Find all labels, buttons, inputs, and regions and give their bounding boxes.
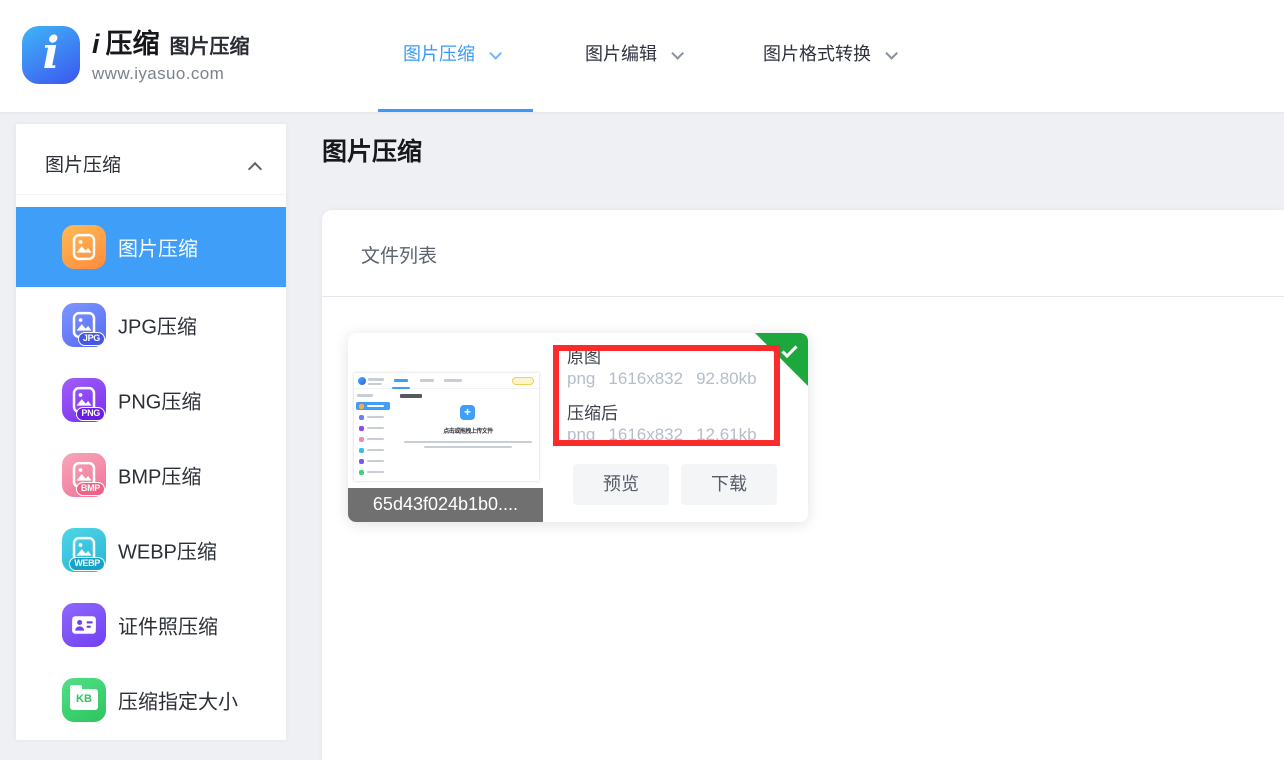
- page-title: 图片压缩: [322, 132, 422, 168]
- sidebar-item-label: 图片压缩: [118, 233, 198, 262]
- sidebar-item-label: 压缩指定大小: [118, 685, 238, 714]
- content-area: 图片压缩 图片压缩 JPG JPG压缩 PNG PNG压缩: [0, 112, 1284, 740]
- bmp-compress-icon: BMP: [62, 453, 106, 497]
- kb-folder-icon: KB: [62, 678, 106, 722]
- brand-text[interactable]: i压缩图片压缩 www.iyasuo.com: [92, 22, 250, 84]
- brand-url: www.iyasuo.com: [92, 64, 250, 84]
- preview-button[interactable]: 预览: [573, 464, 669, 505]
- brand-prefix: i: [92, 29, 100, 59]
- sidebar-item-label: JPG压缩: [118, 310, 197, 339]
- sidebar: 图片压缩 图片压缩 JPG JPG压缩 PNG PNG压缩: [16, 124, 286, 740]
- nav-item-image-edit[interactable]: 图片编辑: [585, 40, 680, 66]
- divider: [322, 296, 1284, 297]
- sidebar-group-title: 图片压缩: [45, 150, 121, 177]
- format-badge: BMP: [76, 482, 105, 496]
- mini-cta-pill: [512, 377, 534, 385]
- sidebar-item-image-compress[interactable]: 图片压缩: [16, 207, 286, 287]
- nav-item-label: 图片格式转换: [763, 44, 871, 64]
- chevron-down-icon: [671, 47, 684, 60]
- highlight-annotation-box: [553, 345, 780, 446]
- mini-sidebar: [354, 390, 394, 481]
- brand-name: 压缩: [106, 29, 160, 59]
- sidebar-group-header[interactable]: 图片压缩: [16, 124, 286, 195]
- brand-title: i压缩图片压缩: [92, 22, 250, 61]
- sidebar-item-bmp-compress[interactable]: BMP BMP压缩: [16, 437, 286, 512]
- sidebar-item-label: 证件照压缩: [118, 610, 218, 639]
- file-card: + 点击或拖拽上传文件 65d43f024b1b0.... 原图 png1616…: [348, 333, 808, 522]
- sidebar-item-id-photo-compress[interactable]: 证件照压缩: [16, 587, 286, 662]
- app-header: i i压缩图片压缩 www.iyasuo.com 图片压缩 图片编辑 图片格式转…: [0, 0, 1284, 112]
- chevron-down-icon: [885, 47, 898, 60]
- id-photo-icon: [62, 603, 106, 647]
- nav-item-format-convert[interactable]: 图片格式转换: [763, 40, 894, 66]
- format-badge: WEBP: [69, 557, 105, 571]
- mini-header: [354, 373, 539, 389]
- sidebar-item-webp-compress[interactable]: WEBP WEBP压缩: [16, 512, 286, 587]
- sidebar-item-label: WEBP压缩: [118, 535, 217, 564]
- jpg-compress-icon: JPG: [62, 303, 106, 347]
- thumbnail-preview: + 点击或拖拽上传文件: [354, 373, 539, 481]
- sidebar-item-label: BMP压缩: [118, 460, 201, 489]
- folder-shape: KB: [70, 689, 98, 710]
- sidebar-item-jpg-compress[interactable]: JPG JPG压缩: [16, 287, 286, 362]
- sidebar-item-compress-to-size[interactable]: KB 压缩指定大小: [16, 662, 286, 737]
- sidebar-item-png-compress[interactable]: PNG PNG压缩: [16, 362, 286, 437]
- download-button[interactable]: 下载: [681, 464, 777, 505]
- check-icon: [781, 342, 797, 358]
- nav-item-label: 图片编辑: [585, 44, 657, 64]
- nav-item-label: 图片压缩: [403, 44, 475, 64]
- mini-plus-button: +: [460, 405, 475, 420]
- format-badge: JPG: [78, 332, 105, 346]
- sidebar-item-label: PNG压缩: [118, 385, 201, 414]
- mini-upload-text: 点击或拖拽上传文件: [400, 426, 536, 435]
- active-nav-underline: [378, 109, 533, 112]
- kb-badge: KB: [70, 693, 98, 705]
- chevron-down-icon: [489, 47, 502, 60]
- mini-logo: [358, 377, 366, 385]
- brand-logo-icon[interactable]: i: [22, 26, 80, 84]
- nav-item-image-compress[interactable]: 图片压缩: [403, 40, 498, 66]
- chevron-up-icon: [248, 162, 262, 176]
- webp-compress-icon: WEBP: [62, 528, 106, 572]
- brand-suffix: 图片压缩: [170, 36, 250, 58]
- format-badge: PNG: [76, 407, 105, 421]
- png-compress-icon: PNG: [62, 378, 106, 422]
- panel-title: 文件列表: [361, 241, 437, 268]
- mini-page-title: [400, 394, 422, 398]
- filename-label: 65d43f024b1b0....: [348, 488, 543, 522]
- image-compress-icon: [62, 225, 106, 269]
- file-list-panel: 文件列表: [322, 210, 1284, 760]
